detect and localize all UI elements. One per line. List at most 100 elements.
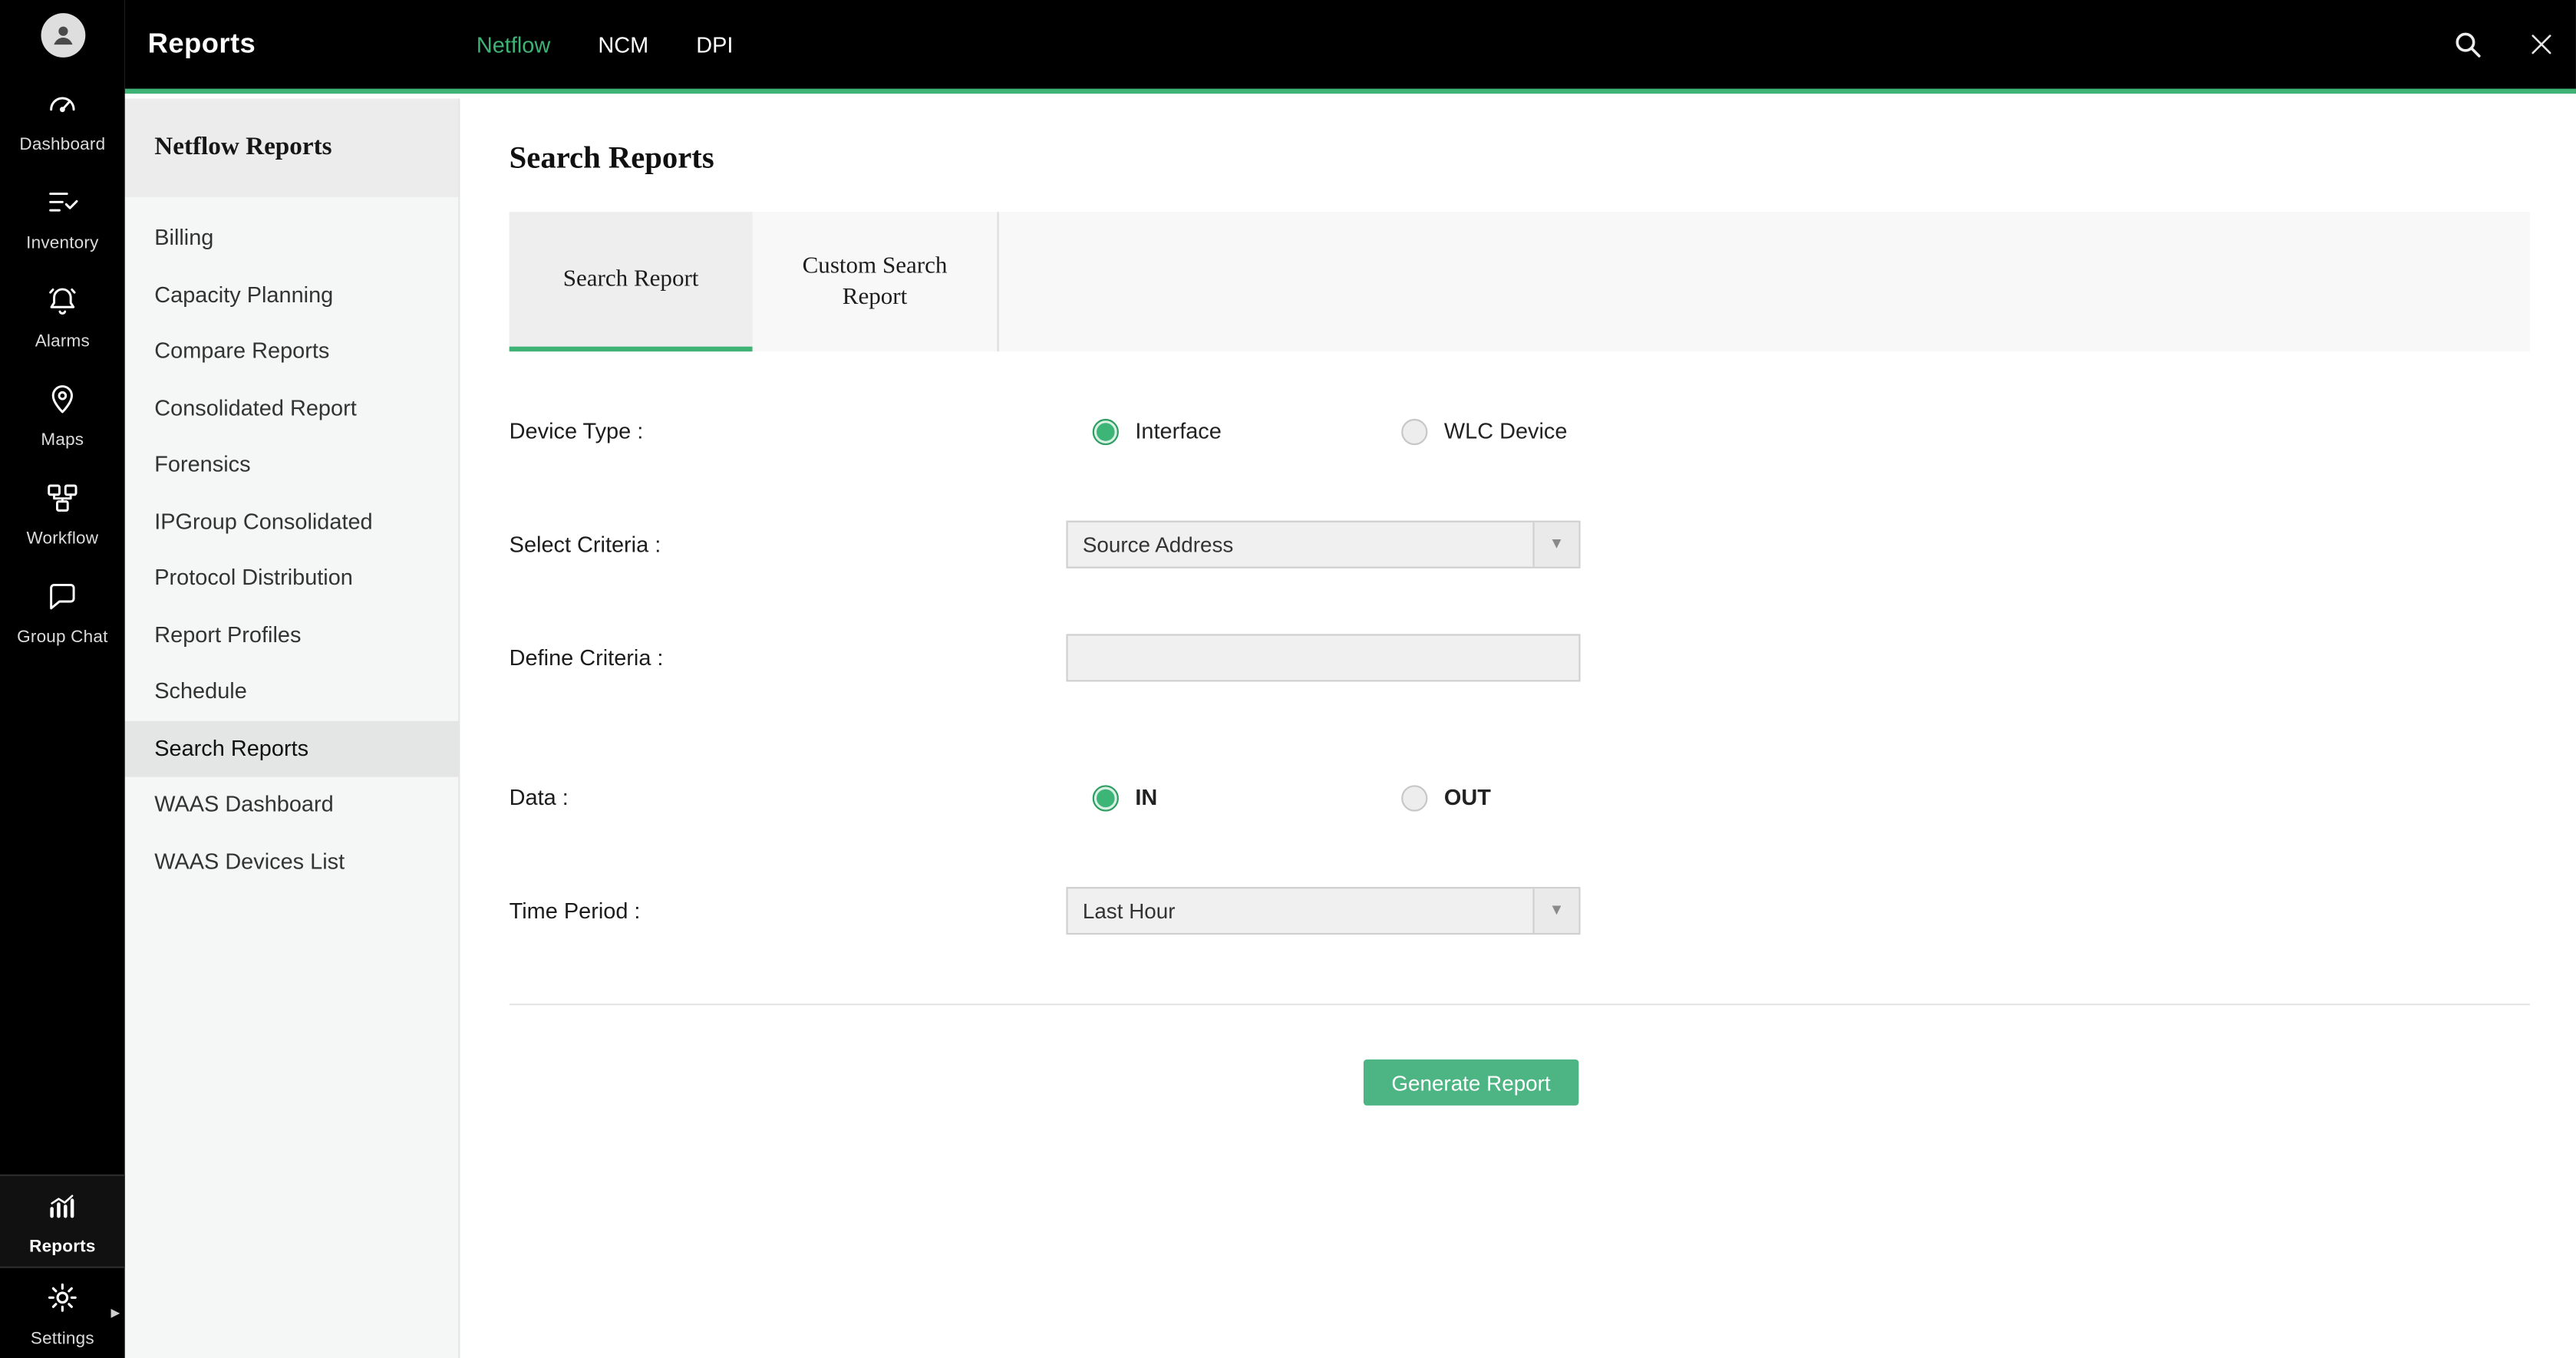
form-row-define-criteria: Define Criteria : bbox=[510, 602, 2530, 715]
sidebar-item-forensics[interactable]: Forensics bbox=[125, 437, 459, 493]
sidebar-item-waas-devices-list[interactable]: WAAS Devices List bbox=[125, 834, 459, 891]
select-criteria-label: Select Criteria : bbox=[510, 532, 1067, 557]
section-divider bbox=[510, 1004, 2530, 1005]
avatar[interactable] bbox=[40, 13, 84, 58]
data-options: IN OUT bbox=[1066, 784, 1684, 810]
sidebar-item-consolidated-report[interactable]: Consolidated Report bbox=[125, 381, 459, 437]
radio-unselected-icon[interactable] bbox=[1401, 784, 1427, 810]
nav-item-label: Settings bbox=[31, 1328, 94, 1348]
radio-label: WLC Device bbox=[1444, 419, 1568, 443]
topbar-tab-ncm[interactable]: NCM bbox=[598, 32, 648, 57]
radio-option-interface[interactable]: Interface bbox=[1093, 418, 1375, 444]
define-criteria-input[interactable] bbox=[1066, 634, 1580, 681]
sidebar-item-ipgroup-consolidated[interactable]: IPGroup Consolidated bbox=[125, 493, 459, 550]
nav-item-alarms[interactable]: Alarms bbox=[0, 268, 125, 366]
define-criteria-control bbox=[1066, 634, 1580, 681]
time-period-control: Last Hour ▾ bbox=[1066, 887, 1580, 934]
sidebar-item-report-profiles[interactable]: Report Profiles bbox=[125, 607, 459, 664]
sidebar-item-waas-dashboard[interactable]: WAAS Dashboard bbox=[125, 777, 459, 834]
alarms-icon bbox=[45, 282, 81, 327]
dashboard-icon bbox=[45, 85, 81, 130]
radio-label: IN bbox=[1135, 785, 1157, 809]
nav-item-label: Group Chat bbox=[17, 628, 107, 648]
form-row-time-period: Time Period : Last Hour ▾ bbox=[510, 854, 2530, 967]
radio-label: OUT bbox=[1444, 785, 1491, 809]
nav-item-maps[interactable]: Maps bbox=[0, 366, 125, 464]
form-row-device-type: Device Type : Interface WLC Device bbox=[510, 374, 2530, 488]
radio-selected-icon[interactable] bbox=[1093, 784, 1119, 810]
time-period-label: Time Period : bbox=[510, 898, 1067, 923]
inventory-icon bbox=[45, 184, 81, 229]
nav-item-inventory[interactable]: Inventory bbox=[0, 170, 125, 268]
data-label: Data : bbox=[510, 785, 1067, 809]
nav-item-label: Reports bbox=[29, 1236, 95, 1256]
radio-label: Interface bbox=[1135, 419, 1221, 443]
nav-item-label: Maps bbox=[41, 430, 84, 450]
device-type-label: Device Type : bbox=[510, 419, 1067, 443]
nav-item-reports[interactable]: Reports bbox=[0, 1175, 125, 1268]
chevron-down-icon[interactable]: ▾ bbox=[1532, 522, 1578, 567]
reports-sidebar: Netflow Reports Billing Capacity Plannin… bbox=[125, 98, 460, 1358]
form-row-data: Data : IN OUT bbox=[510, 741, 2530, 855]
select-criteria-control: Source Address ▾ bbox=[1066, 521, 1580, 569]
topbar: Reports Netflow NCM DPI bbox=[125, 0, 2576, 94]
report-tabs: Search Report Custom Search Report bbox=[510, 212, 2530, 351]
maps-icon bbox=[45, 381, 81, 426]
topbar-icons bbox=[2451, 0, 2556, 89]
nav-item-label: Dashboard bbox=[19, 135, 105, 155]
define-criteria-label: Define Criteria : bbox=[510, 645, 1067, 670]
tab-search-report[interactable]: Search Report bbox=[510, 212, 753, 351]
nav-spacer bbox=[0, 662, 125, 1175]
radio-option-wlc-device[interactable]: WLC Device bbox=[1401, 418, 1684, 444]
topbar-tabs: Netflow NCM DPI bbox=[477, 0, 734, 89]
close-icon[interactable] bbox=[2527, 30, 2557, 60]
tab-label: Custom Search Report bbox=[783, 252, 967, 311]
generate-report-button[interactable]: Generate Report bbox=[1364, 1060, 1578, 1106]
sidebar-list: Billing Capacity Planning Compare Report… bbox=[125, 197, 459, 890]
reports-icon bbox=[45, 1187, 81, 1231]
select-criteria-dropdown[interactable]: Source Address ▾ bbox=[1066, 521, 1580, 569]
page-header-title: Reports bbox=[125, 28, 256, 61]
search-report-form: Device Type : Interface WLC Device Selec… bbox=[510, 351, 2530, 967]
nav-item-dashboard[interactable]: Dashboard bbox=[0, 71, 125, 169]
button-row: Generate Report bbox=[510, 1060, 2530, 1106]
sidebar-item-schedule[interactable]: Schedule bbox=[125, 664, 459, 720]
app-nav: Dashboard Inventory Alarms bbox=[0, 0, 125, 1358]
nav-item-label: Workflow bbox=[26, 529, 98, 549]
topbar-tab-netflow[interactable]: Netflow bbox=[477, 32, 550, 57]
sidebar-item-protocol-distribution[interactable]: Protocol Distribution bbox=[125, 550, 459, 607]
settings-icon bbox=[45, 1279, 81, 1323]
radio-option-out[interactable]: OUT bbox=[1401, 784, 1684, 810]
main-content: Search Reports Search Report Custom Sear… bbox=[460, 98, 2575, 1358]
topbar-tab-dpi[interactable]: DPI bbox=[696, 32, 733, 57]
avatar-wrap bbox=[0, 0, 125, 71]
sidebar-item-compare-reports[interactable]: Compare Reports bbox=[125, 324, 459, 381]
chevron-down-icon[interactable]: ▾ bbox=[1532, 888, 1578, 933]
sidebar-item-search-reports[interactable]: Search Reports bbox=[125, 720, 459, 777]
select-criteria-value: Source Address bbox=[1083, 532, 1233, 557]
sidebar-item-billing[interactable]: Billing bbox=[125, 210, 459, 267]
user-icon bbox=[48, 21, 76, 49]
radio-selected-icon[interactable] bbox=[1093, 418, 1119, 444]
time-period-dropdown[interactable]: Last Hour ▾ bbox=[1066, 887, 1580, 934]
app-window: Dashboard Inventory Alarms bbox=[0, 0, 2576, 1358]
device-type-options: Interface WLC Device bbox=[1066, 418, 1684, 444]
page-title: Search Reports bbox=[510, 141, 2530, 177]
nav-item-label: Inventory bbox=[26, 233, 98, 253]
expand-arrow-icon[interactable]: ▸ bbox=[110, 1301, 120, 1323]
sidebar-item-capacity-planning[interactable]: Capacity Planning bbox=[125, 267, 459, 324]
radio-option-in[interactable]: IN bbox=[1093, 784, 1375, 810]
nav-item-label: Alarms bbox=[35, 331, 90, 351]
nav-item-group-chat[interactable]: Group Chat bbox=[0, 563, 125, 661]
form-row-select-criteria: Select Criteria : Source Address ▾ bbox=[510, 488, 2530, 602]
tab-custom-search-report[interactable]: Custom Search Report bbox=[753, 212, 999, 351]
time-period-value: Last Hour bbox=[1083, 898, 1176, 923]
group-chat-icon bbox=[45, 578, 81, 623]
workflow-icon bbox=[45, 480, 81, 524]
sidebar-title: Netflow Reports bbox=[125, 98, 459, 196]
tab-label: Search Report bbox=[563, 265, 699, 295]
nav-item-settings[interactable]: Settings ▸ bbox=[0, 1268, 125, 1358]
search-icon[interactable] bbox=[2451, 28, 2484, 61]
radio-unselected-icon[interactable] bbox=[1401, 418, 1427, 444]
nav-item-workflow[interactable]: Workflow bbox=[0, 465, 125, 563]
